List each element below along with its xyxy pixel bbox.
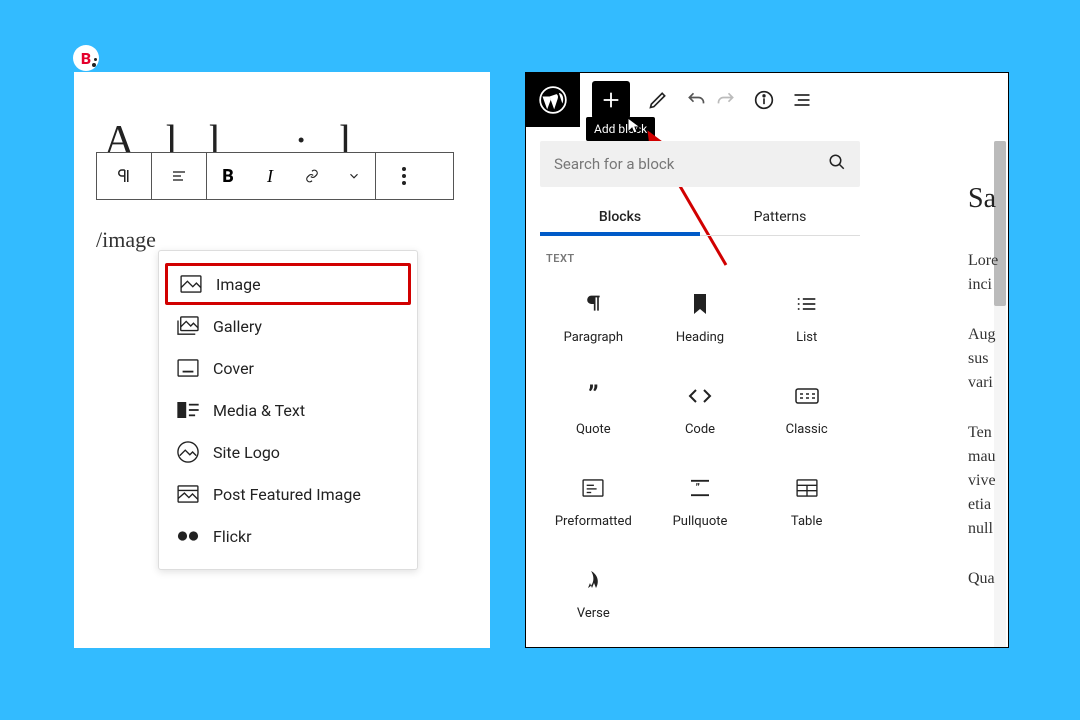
tab-patterns[interactable]: Patterns: [700, 197, 860, 235]
search-placeholder: Search for a block: [554, 155, 674, 173]
editor-slash-panel: A l l · l B I /image I: [74, 72, 490, 648]
suggestion-label: Post Featured Image: [213, 485, 361, 504]
paragraph-block-icon[interactable]: [97, 153, 152, 199]
quote-icon: ”: [588, 382, 599, 410]
preview-text: Loreinci: [968, 249, 1009, 297]
slash-command-input[interactable]: /image: [96, 227, 156, 253]
preview-text: Qua: [968, 567, 1009, 591]
outline-icon[interactable]: [792, 92, 812, 108]
block-suggestion-popover: Image Gallery Cover Media & Text Site Lo…: [158, 250, 418, 570]
suggestion-gallery[interactable]: Gallery: [159, 305, 417, 347]
media-text-icon: [177, 399, 199, 421]
suggestion-label: Site Logo: [213, 443, 280, 462]
italic-icon[interactable]: I: [249, 153, 291, 199]
gallery-icon: [177, 315, 199, 337]
preformatted-icon: [582, 474, 604, 502]
block-grid: Paragraph Heading List ”Quote Code Class…: [540, 271, 860, 639]
bookmark-icon: [693, 290, 707, 318]
suggestion-image[interactable]: Image: [165, 263, 411, 305]
more-options-icon[interactable]: [376, 153, 431, 199]
block-pullquote[interactable]: ”Pullquote: [647, 455, 754, 547]
block-preformatted[interactable]: Preformatted: [540, 455, 647, 547]
block-classic[interactable]: Classic: [753, 363, 860, 455]
cover-icon: [177, 357, 199, 379]
block-quote[interactable]: ”Quote: [540, 363, 647, 455]
align-icon[interactable]: [152, 153, 207, 199]
tab-blocks[interactable]: Blocks: [540, 197, 700, 235]
block-toolbar: B I: [96, 152, 454, 200]
featured-image-icon: [177, 483, 199, 505]
block-verse[interactable]: Verse: [540, 547, 647, 639]
block-heading[interactable]: Heading: [647, 271, 754, 363]
flickr-icon: [177, 525, 199, 547]
preview-text: Tenmauviveetianull: [968, 421, 1009, 541]
block-paragraph[interactable]: Paragraph: [540, 271, 647, 363]
suggestion-featured-image[interactable]: Post Featured Image: [159, 473, 417, 515]
suggestion-label: Cover: [213, 359, 254, 378]
paragraph-icon: [583, 290, 603, 318]
edit-icon[interactable]: [648, 90, 668, 110]
table-icon: [796, 474, 818, 502]
section-heading: TEXT: [540, 236, 860, 271]
suggestion-label: Gallery: [213, 317, 262, 336]
suggestion-media-text[interactable]: Media & Text: [159, 389, 417, 431]
redo-icon[interactable]: [716, 90, 736, 110]
mouse-cursor: [627, 117, 641, 135]
list-icon: [797, 290, 817, 318]
search-icon: [828, 153, 846, 175]
verse-icon: [585, 566, 601, 594]
code-icon: [688, 382, 712, 410]
block-inserter: Search for a block Blocks Patterns TEXT …: [540, 141, 860, 639]
inserter-tabs: Blocks Patterns: [540, 197, 860, 236]
suggestion-cover[interactable]: Cover: [159, 347, 417, 389]
block-table[interactable]: Table: [753, 455, 860, 547]
site-logo-icon: [177, 441, 199, 463]
suggestion-label: Image: [216, 275, 261, 294]
image-icon: [180, 273, 202, 295]
content-preview: Sa Loreinci Augsusvari Tenmauviveetianul…: [968, 183, 1009, 617]
block-code[interactable]: Code: [647, 363, 754, 455]
suggestion-site-logo[interactable]: Site Logo: [159, 431, 417, 473]
add-block-button[interactable]: Add block: [592, 81, 630, 119]
editor-topbar: Add block: [526, 73, 1008, 127]
wordpress-logo[interactable]: [526, 73, 580, 127]
block-list[interactable]: List: [753, 271, 860, 363]
brand-logo: [73, 45, 99, 71]
preview-title: Sa: [968, 183, 1009, 215]
undo-icon[interactable]: [686, 90, 706, 110]
block-search-input[interactable]: Search for a block: [540, 141, 860, 187]
suggestion-label: Flickr: [213, 527, 252, 546]
link-icon[interactable]: [291, 153, 333, 199]
svg-text:”: ”: [695, 481, 699, 494]
info-icon[interactable]: [754, 90, 774, 110]
bold-icon[interactable]: B: [207, 153, 249, 199]
pullquote-icon: ”: [689, 474, 711, 502]
suggestion-label: Media & Text: [213, 401, 305, 420]
classic-icon: [795, 382, 819, 410]
block-inserter-panel: Add block Search for a block: [525, 72, 1009, 648]
suggestion-flickr[interactable]: Flickr: [159, 515, 417, 557]
preview-text: Augsusvari: [968, 323, 1009, 395]
chevron-down-icon[interactable]: [333, 153, 375, 199]
